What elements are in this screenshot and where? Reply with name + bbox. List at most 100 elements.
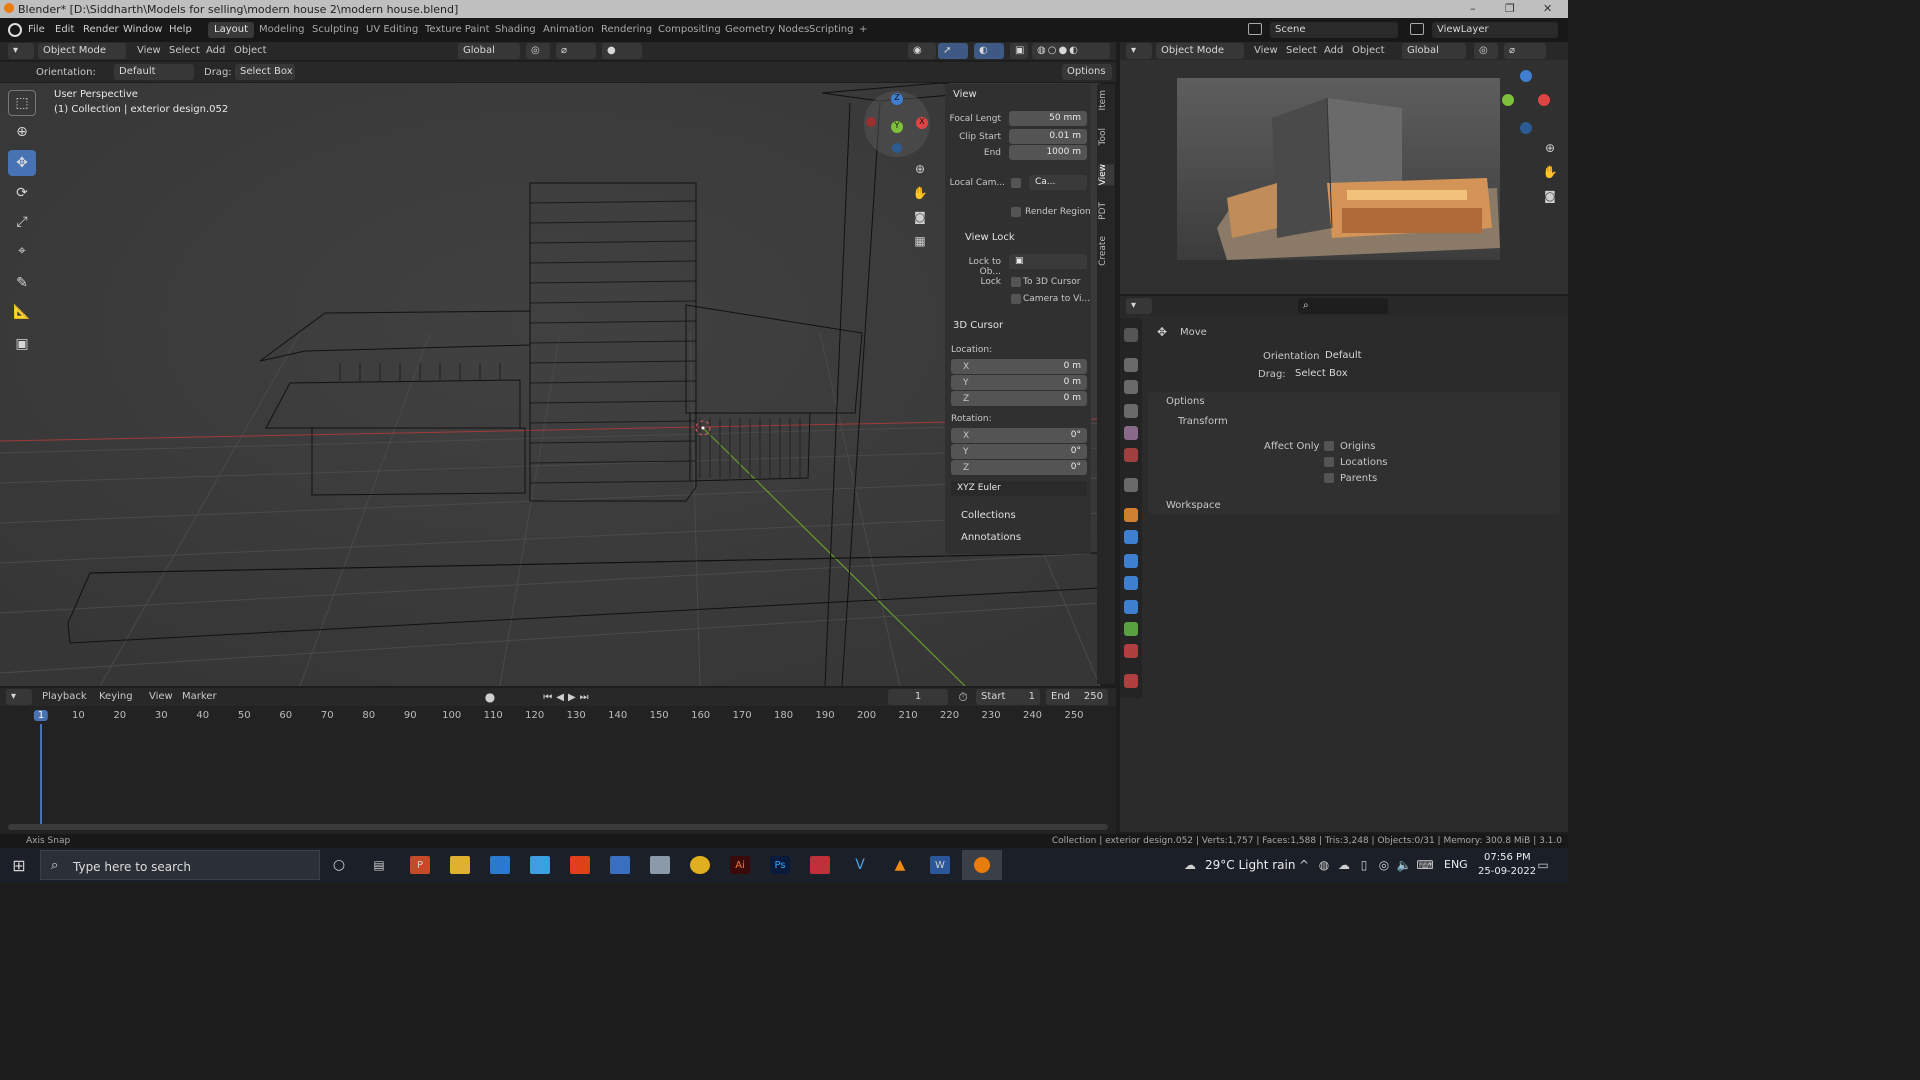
blender-taskbar-icon[interactable] [962, 850, 1002, 880]
render-gizmo-neg-z[interactable] [1520, 122, 1532, 134]
pivot-icon-2[interactable]: ◎ [1474, 43, 1498, 59]
playhead-line[interactable] [40, 724, 42, 824]
mode-dropdown[interactable]: Object Mode [38, 43, 126, 59]
header2-menu-view[interactable]: View [1254, 45, 1278, 56]
keying-menu[interactable]: Keying [99, 691, 133, 702]
volume-icon[interactable]: 🔈 [1396, 856, 1412, 874]
header-menu-view[interactable]: View [137, 45, 161, 56]
render-gizmo-z[interactable] [1520, 70, 1532, 82]
focal-length-field[interactable]: 50 mm [1009, 111, 1087, 126]
tab-scripting[interactable]: Scripting [803, 22, 859, 38]
tab-view[interactable]: View [1098, 164, 1114, 186]
header2-menu-select[interactable]: Select [1286, 45, 1317, 56]
taskbar-search-box[interactable]: ⌕ Type here to search [40, 850, 320, 880]
transform-tool-icon[interactable]: ⌖ [8, 238, 36, 264]
pan-hand-icon[interactable]: ✋ [910, 183, 930, 203]
3d-viewport[interactable]: User Perspective (1) Collection | exteri… [0, 83, 1100, 686]
tab-sculpting[interactable]: Sculpting [306, 22, 365, 38]
tab-compositing[interactable]: Compositing [652, 22, 727, 38]
world-tab-icon[interactable] [1124, 448, 1138, 462]
menu-help[interactable]: Help [169, 24, 192, 35]
local-camera-checkbox[interactable] [1011, 178, 1021, 188]
3d-cursor-header[interactable]: 3D Cursor [953, 320, 1003, 331]
annotate-tool-icon[interactable]: ✎ [8, 270, 36, 296]
camera-to-view-checkbox[interactable] [1011, 294, 1021, 304]
header-menu-add[interactable]: Add [206, 45, 225, 56]
tab-modeling[interactable]: Modeling [253, 22, 311, 38]
xray-icon[interactable]: ▣ [1010, 43, 1028, 59]
data-tab-icon[interactable] [1124, 622, 1138, 636]
location-y-field[interactable]: 0 m [951, 375, 1087, 390]
scene-field[interactable]: Scene [1270, 22, 1398, 38]
shading-mode-icons[interactable]: ◍○●◐ [1032, 43, 1110, 59]
camera-view-icon[interactable]: ◙ [910, 207, 930, 227]
mode-dropdown-2[interactable]: Object Mode [1156, 43, 1244, 59]
render-camera-icon[interactable]: ◙ [1540, 186, 1560, 206]
select-box-tool-icon[interactable]: ⬚ [8, 90, 36, 116]
word-icon[interactable]: W [930, 856, 950, 874]
gizmo-neg-z[interactable] [892, 143, 902, 153]
rotation-x-field[interactable]: 0° [951, 428, 1087, 443]
editor-type-button-2[interactable]: ▾ [1126, 43, 1152, 59]
props-orientation-dropdown[interactable]: Default [1320, 348, 1560, 364]
lock-to-object-field[interactable]: ▣ [1009, 254, 1087, 269]
clip-end-field[interactable]: 1000 m [1009, 145, 1087, 160]
physics-tab-icon[interactable] [1124, 576, 1138, 590]
illustrator-icon[interactable]: Ai [730, 856, 750, 874]
playback-menu[interactable]: Playback [42, 691, 87, 702]
local-camera-field[interactable]: Ca... [1029, 175, 1087, 190]
rotation-z-field[interactable]: 0° [951, 460, 1087, 475]
modifier-tab-icon[interactable] [1124, 530, 1138, 544]
collection-tab-icon[interactable] [1124, 478, 1138, 492]
tray-cloud-icon[interactable]: ☁ [1336, 856, 1352, 874]
language-indicator[interactable]: ENG [1444, 858, 1468, 871]
header2-menu-add[interactable]: Add [1324, 45, 1343, 56]
tab-create[interactable]: Create [1098, 236, 1114, 266]
view-layer-field[interactable]: ViewLayer [1432, 22, 1558, 38]
scale-tool-icon[interactable]: ⤢ [8, 209, 36, 235]
tool-tab-icon[interactable] [1124, 328, 1138, 342]
overlays-icon[interactable]: ◐ [974, 43, 1004, 59]
render-pan-icon[interactable]: ✋ [1540, 162, 1560, 182]
snap-icon-2[interactable]: ⌀ [1504, 43, 1546, 59]
visibility-icon[interactable]: ◉ [908, 43, 936, 59]
locations-checkbox[interactable] [1324, 457, 1334, 467]
store-icon[interactable] [530, 856, 550, 874]
transform-orientation-2[interactable]: Global [1402, 43, 1466, 59]
location-z-field[interactable]: 0 m [951, 391, 1087, 406]
scene-tab-icon[interactable] [1124, 426, 1138, 440]
timeline-editor[interactable]: ▾ Playback Keying View Marker ● ⏮◀▶⏭ 1 ⏱… [0, 688, 1116, 834]
scene-icon[interactable] [1248, 23, 1262, 35]
parents-checkbox[interactable] [1324, 473, 1334, 483]
tray-chevron-icon[interactable]: ^ [1296, 856, 1312, 874]
proportional-edit-icon[interactable]: ● [602, 43, 642, 59]
collections-header[interactable]: Collections [961, 510, 1016, 521]
location-x-field[interactable]: 0 m [951, 359, 1087, 374]
chrome-icon[interactable] [690, 856, 710, 874]
texture-tab-icon[interactable] [1124, 674, 1138, 688]
snap-icon[interactable]: ⌀ [556, 43, 596, 59]
network-icon[interactable]: ◎ [1376, 856, 1392, 874]
weather-text[interactable]: 29°C Light rain [1205, 858, 1295, 872]
header-menu-select[interactable]: Select [169, 45, 200, 56]
gizmo-neg-x[interactable] [866, 117, 876, 127]
menu-window[interactable]: Window [123, 24, 162, 35]
tray-app-icon[interactable]: ◍ [1316, 856, 1332, 874]
battery-icon[interactable]: ▯ [1356, 856, 1372, 874]
render-nav-gizmo[interactable] [1500, 66, 1560, 146]
workspace-panel-header[interactable]: Workspace [1166, 500, 1221, 511]
workspace-panel[interactable]: Workspace [1148, 496, 1560, 514]
timeline-editor-type[interactable]: ▾ [6, 689, 32, 705]
origins-checkbox[interactable] [1324, 441, 1334, 451]
blender-menu-icon[interactable] [8, 23, 22, 37]
timeline-view-menu[interactable]: View [149, 691, 173, 702]
menu-edit[interactable]: Edit [55, 24, 74, 35]
props-drag-dropdown[interactable]: Select Box [1290, 366, 1560, 382]
lock-to-cursor-checkbox[interactable] [1011, 277, 1021, 287]
photoshop-icon[interactable]: Ps [770, 856, 790, 874]
render-region-checkbox[interactable] [1011, 207, 1021, 217]
options-panel-header[interactable]: Options [1166, 396, 1205, 407]
clip-start-field[interactable]: 0.01 m [1009, 129, 1087, 144]
view-lock-header[interactable]: View Lock [965, 232, 1015, 243]
vlc-icon[interactable]: ▲ [890, 856, 910, 874]
